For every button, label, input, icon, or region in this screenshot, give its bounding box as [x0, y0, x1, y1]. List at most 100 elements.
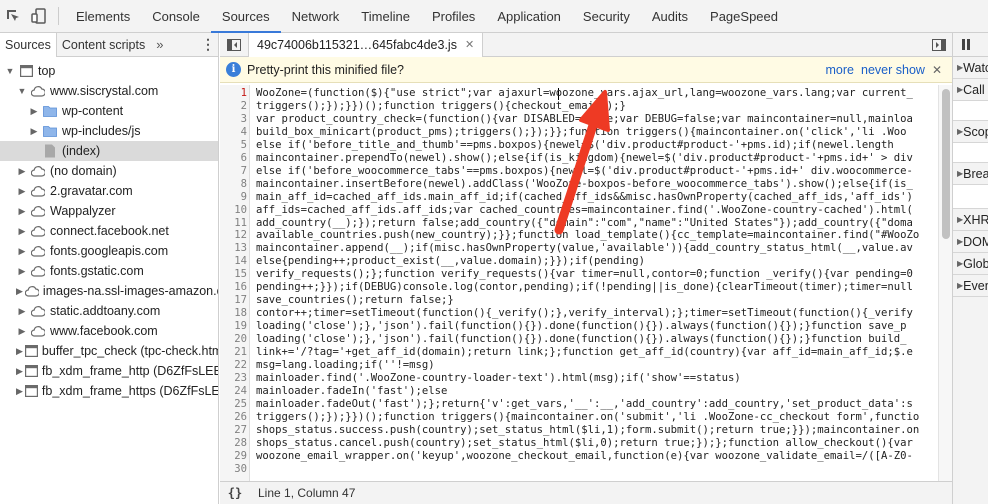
inspect-element-icon[interactable] [0, 0, 26, 33]
tab-audits[interactable]: Audits [641, 0, 699, 33]
collapsed-triangle-icon[interactable]: ▶ [16, 226, 28, 237]
code-line[interactable]: 24 mainloader.fadeIn('fast');else [220, 385, 938, 398]
code-line[interactable]: 27 shops_status.success.push(country);set… [220, 424, 938, 437]
tree-item[interactable]: ▶ buffer_tpc_check (tpc-check.htm [0, 341, 218, 361]
debugger-section[interactable]: ▶Watch [953, 57, 988, 79]
code-area[interactable]: 1 WooZone=(function($){"use strict";var a… [220, 85, 938, 481]
tree-item[interactable]: ▶ images-na.ssl-images-amazon.c [0, 281, 218, 301]
more-link[interactable]: more [826, 63, 854, 77]
code-line[interactable]: 10 aff_ids=cached_aff_ids.aff_ids;var cac… [220, 204, 938, 217]
code-line[interactable]: 30 [220, 463, 938, 476]
code-line[interactable]: 4 build_box_minicart(product_pms);trigger… [220, 126, 938, 139]
code-line[interactable]: 25 mainloader.fadeOut('fast');};return{'v… [220, 398, 938, 411]
code-line[interactable]: 1 WooZone=(function($){"use strict";var a… [220, 87, 938, 100]
line-number[interactable]: 3 [220, 113, 247, 126]
line-number[interactable]: 9 [220, 191, 247, 204]
pause-button[interactable] [953, 33, 988, 57]
debugger-section[interactable]: ▶DOM Breakpoints [953, 231, 988, 253]
tree-item[interactable]: ▶ Wappalyzer [0, 201, 218, 221]
navigator-menu-icon[interactable]: ⋮ [198, 36, 218, 53]
tree-item[interactable]: ▶ wp-content [0, 101, 218, 121]
code-line[interactable]: 18 contor++;timer=setTimeout(function(){_… [220, 307, 938, 320]
code-line[interactable]: 16 pending++;}});if(DEBUG)console.log(con… [220, 281, 938, 294]
code-line[interactable]: 26 triggers();});}})();function triggers(… [220, 411, 938, 424]
collapsed-triangle-icon[interactable]: ▶ [16, 246, 28, 257]
line-number[interactable]: 29 [220, 450, 247, 463]
debugger-section[interactable]: ▶Breakpoints [953, 163, 988, 185]
tab-sources[interactable]: Sources [210, 0, 281, 33]
tab-network[interactable]: Network [281, 0, 351, 33]
tree-item[interactable]: ▶ fonts.googleapis.com [0, 241, 218, 261]
line-number[interactable]: 24 [220, 385, 247, 398]
tab-console[interactable]: Console [141, 0, 211, 33]
debugger-section[interactable]: ▶XHR Breakpoints [953, 209, 988, 231]
line-number[interactable]: 5 [220, 139, 247, 152]
collapsed-triangle-icon[interactable]: ▶ [16, 206, 28, 217]
line-number[interactable]: 13 [220, 242, 247, 255]
collapsed-triangle-icon[interactable]: ▶ [16, 186, 28, 197]
collapsed-triangle-icon[interactable]: ▶ [16, 326, 28, 337]
line-number[interactable]: 18 [220, 307, 247, 320]
tab-elements[interactable]: Elements [65, 0, 141, 33]
line-number[interactable]: 16 [220, 281, 247, 294]
tree-item[interactable]: ▶ fb_xdm_frame_http (D6ZfFsLEB4 [0, 361, 218, 381]
code-line[interactable]: 7 else if('before_woocommerce_tabs'==pms.… [220, 165, 938, 178]
tree-item[interactable]: ▶ static.addtoany.com [0, 301, 218, 321]
code-line[interactable]: 5 else if('before_title_and_thumb'==pms.b… [220, 139, 938, 152]
code-line[interactable]: 11 add_country(__);});return false;add_co… [220, 217, 938, 230]
editor-scrollbar[interactable] [938, 85, 952, 481]
code-line[interactable]: 29 woozone_email_wrapper.on('keyup',woozo… [220, 450, 938, 463]
line-number[interactable]: 28 [220, 437, 247, 450]
code-line[interactable]: 28 shops_status.cancel.push(country);set_… [220, 437, 938, 450]
debugger-section[interactable]: ▶Call Stack [953, 79, 988, 101]
close-infobar-icon[interactable]: ✕ [932, 63, 942, 77]
debugger-section[interactable]: ▶Event Listener Breakpoints [953, 275, 988, 297]
line-number[interactable]: 30 [220, 463, 247, 476]
toggle-navigator-icon[interactable] [220, 33, 248, 57]
tab-security[interactable]: Security [572, 0, 641, 33]
collapsed-triangle-icon[interactable]: ▶ [16, 386, 23, 397]
code-line[interactable]: 12 available_countries.push(new_country);… [220, 229, 938, 242]
tree-item[interactable]: ▶ (no domain) [0, 161, 218, 181]
expanded-triangle-icon[interactable]: ▼ [4, 66, 16, 76]
line-number[interactable]: 10 [220, 204, 247, 217]
line-number[interactable]: 1 [220, 87, 247, 100]
tab-timeline[interactable]: Timeline [350, 0, 421, 33]
line-number[interactable]: 17 [220, 294, 247, 307]
tree-item[interactable]: ▼ www.siscrystal.com [0, 81, 218, 101]
line-number[interactable]: 14 [220, 255, 247, 268]
line-number[interactable]: 4 [220, 126, 247, 139]
line-number[interactable]: 2 [220, 100, 247, 113]
scrollbar-thumb[interactable] [942, 89, 950, 239]
collapsed-triangle-icon[interactable]: ▶ [16, 166, 28, 177]
line-number[interactable]: 8 [220, 178, 247, 191]
tree-item[interactable]: ▶ fb_xdm_frame_https (D6ZfFsLEB [0, 381, 218, 401]
line-number[interactable]: 26 [220, 411, 247, 424]
debugger-section[interactable]: ▶Global Listeners [953, 253, 988, 275]
code-line[interactable]: 20 loading('close');},'json').fail(functi… [220, 333, 938, 346]
code-line[interactable]: 2 triggers();});}})();function triggers()… [220, 100, 938, 113]
collapsed-triangle-icon[interactable]: ▶ [28, 106, 40, 117]
open-file-tab[interactable]: 49c74006b115321…645fabc4de3.js ✕ [248, 32, 484, 57]
tab-profiles[interactable]: Profiles [421, 0, 486, 33]
close-tab-icon[interactable]: ✕ [465, 33, 474, 57]
line-number[interactable]: 25 [220, 398, 247, 411]
collapsed-triangle-icon[interactable]: ▶ [28, 126, 40, 137]
line-number[interactable]: 12 [220, 229, 247, 242]
collapsed-triangle-icon[interactable]: ▶ [16, 286, 23, 297]
tree-item[interactable]: ▶ connect.facebook.net [0, 221, 218, 241]
line-number[interactable]: 6 [220, 152, 247, 165]
tree-item[interactable]: ▶ www.facebook.com [0, 321, 218, 341]
tab-pagespeed[interactable]: PageSpeed [699, 0, 789, 33]
code-line[interactable]: 19 loading('close');},'json').fail(functi… [220, 320, 938, 333]
code-line[interactable]: 23 mainloader.find('.WooZone-country-load… [220, 372, 938, 385]
toggle-debugger-icon[interactable] [932, 33, 946, 57]
code-line[interactable]: 22 msg=lang.loading;if(''!=msg) [220, 359, 938, 372]
code-line[interactable]: 21 link+='/?tag='+get_aff_id(domain);retu… [220, 346, 938, 359]
pretty-print-button[interactable]: {} [220, 486, 250, 500]
tab-application[interactable]: Application [486, 0, 572, 33]
expanded-triangle-icon[interactable]: ▼ [16, 86, 28, 96]
code-line[interactable]: 9 main_aff_id=cached_aff_ids.main_aff_id;… [220, 191, 938, 204]
collapsed-triangle-icon[interactable]: ▶ [16, 346, 23, 357]
line-number[interactable]: 19 [220, 320, 247, 333]
